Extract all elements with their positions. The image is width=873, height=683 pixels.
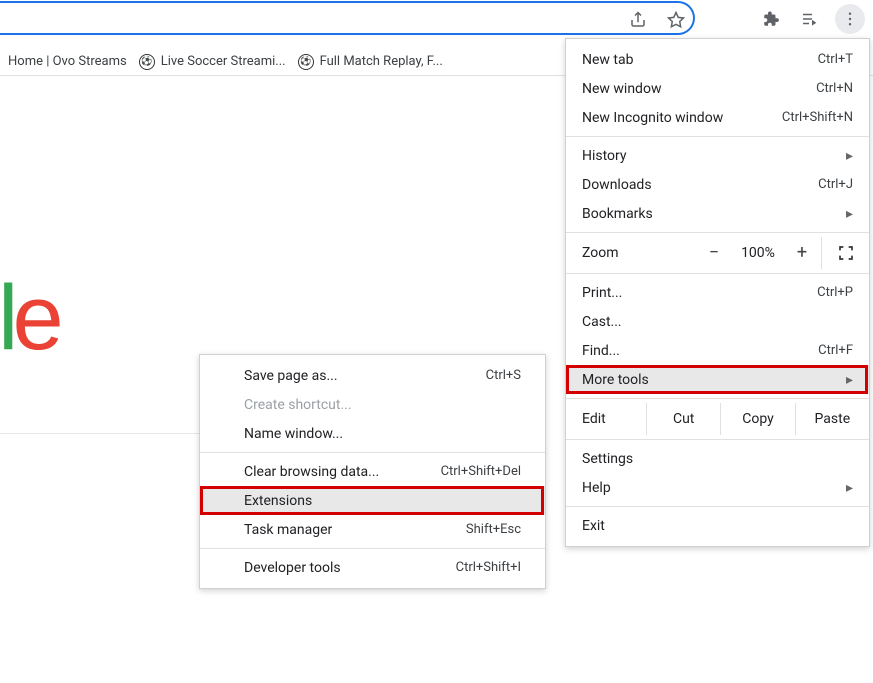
- main-menu: New tab Ctrl+T New window Ctrl+N New Inc…: [565, 38, 870, 547]
- main-menu-button[interactable]: [835, 4, 865, 34]
- submenu-create-shortcut: Create shortcut...: [200, 390, 545, 419]
- menu-separator: [200, 548, 545, 549]
- address-bar-outline[interactable]: [0, 1, 695, 35]
- soccer-icon: ⚽: [298, 54, 314, 70]
- submenu-save-page[interactable]: Save page as... Ctrl+S: [200, 361, 545, 390]
- menu-separator: [566, 136, 869, 137]
- submenu-extensions[interactable]: Extensions: [200, 486, 545, 515]
- menu-separator: [200, 452, 545, 453]
- bookmark-label: Live Soccer Streami...: [161, 54, 286, 69]
- menu-help[interactable]: Help ▸: [566, 473, 869, 502]
- menu-settings[interactable]: Settings: [566, 444, 869, 473]
- extensions-icon[interactable]: [759, 7, 783, 31]
- submenu-task-manager[interactable]: Task manager Shift+Esc: [200, 515, 545, 544]
- chevron-right-icon: ▸: [846, 480, 853, 496]
- paste-button[interactable]: Paste: [795, 403, 869, 435]
- zoom-out-button[interactable]: −: [695, 244, 733, 262]
- menu-separator: [566, 506, 869, 507]
- menu-new-window[interactable]: New window Ctrl+N: [566, 74, 869, 103]
- menu-more-tools[interactable]: More tools ▸: [566, 365, 869, 394]
- menu-bookmarks[interactable]: Bookmarks ▸: [566, 199, 869, 228]
- soccer-icon: ⚽: [139, 54, 155, 70]
- share-icon[interactable]: [626, 8, 650, 32]
- menu-separator: [566, 398, 869, 399]
- menu-exit[interactable]: Exit: [566, 511, 869, 540]
- submenu-developer-tools[interactable]: Developer tools Ctrl+Shift+I: [200, 553, 545, 582]
- media-control-icon[interactable]: [797, 7, 821, 31]
- chevron-right-icon: ▸: [846, 206, 853, 222]
- google-logo-partial: le: [0, 266, 58, 371]
- edit-label: Edit: [566, 411, 646, 427]
- chevron-right-icon: ▸: [846, 372, 853, 388]
- menu-cast[interactable]: Cast...: [566, 307, 869, 336]
- star-icon[interactable]: [664, 8, 688, 32]
- menu-print[interactable]: Print... Ctrl+P: [566, 278, 869, 307]
- zoom-level: 100%: [733, 245, 783, 261]
- menu-find[interactable]: Find... Ctrl+F: [566, 336, 869, 365]
- menu-history[interactable]: History ▸: [566, 141, 869, 170]
- bookmark-label: Home | Ovo Streams: [8, 54, 127, 69]
- menu-new-incognito[interactable]: New Incognito window Ctrl+Shift+N: [566, 103, 869, 132]
- submenu-clear-browsing-data[interactable]: Clear browsing data... Ctrl+Shift+Del: [200, 457, 545, 486]
- menu-separator: [566, 439, 869, 440]
- menu-separator: [566, 273, 869, 274]
- bookmark-item[interactable]: ⚽ Full Match Replay, F...: [298, 54, 443, 70]
- menu-edit-row: Edit Cut Copy Paste: [566, 403, 869, 435]
- menu-zoom-row: Zoom − 100% +: [566, 237, 869, 269]
- menu-downloads[interactable]: Downloads Ctrl+J: [566, 170, 869, 199]
- copy-button[interactable]: Copy: [720, 403, 794, 435]
- chevron-right-icon: ▸: [846, 148, 853, 164]
- submenu-name-window[interactable]: Name window...: [200, 419, 545, 448]
- bookmark-item[interactable]: Home | Ovo Streams: [8, 54, 127, 69]
- fullscreen-button[interactable]: [821, 237, 869, 269]
- divider: [0, 433, 200, 434]
- zoom-label: Zoom: [582, 245, 695, 261]
- bookmark-item[interactable]: ⚽ Live Soccer Streami...: [139, 54, 286, 70]
- more-tools-submenu: Save page as... Ctrl+S Create shortcut..…: [199, 354, 546, 589]
- zoom-in-button[interactable]: +: [783, 244, 821, 262]
- menu-separator: [566, 232, 869, 233]
- bookmark-label: Full Match Replay, F...: [320, 54, 443, 69]
- cut-button[interactable]: Cut: [646, 403, 720, 435]
- menu-new-tab[interactable]: New tab Ctrl+T: [566, 45, 869, 74]
